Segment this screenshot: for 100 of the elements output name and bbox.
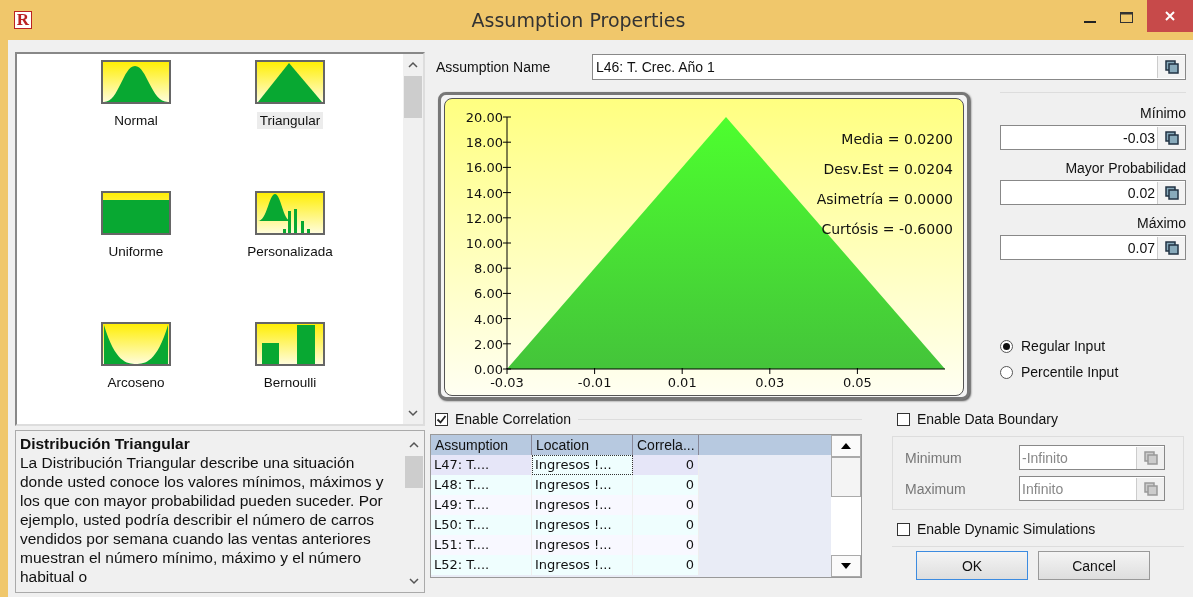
table-cell: Ingresos !...: [532, 455, 633, 475]
table-cell: 0: [633, 555, 699, 575]
parameter-field[interactable]: -0.03: [1000, 125, 1186, 150]
copy-icon[interactable]: [1163, 239, 1180, 256]
distribution-label[interactable]: Uniforme: [105, 243, 167, 260]
assumption-name-field[interactable]: L46: T. Crec. Año 1: [592, 54, 1186, 80]
x-tick-label: -0.03: [490, 375, 524, 390]
copy-button[interactable]: [1157, 126, 1185, 149]
distribution-icon[interactable]: [101, 191, 171, 235]
y-tick-label: 4.00: [474, 311, 503, 327]
x-tick-label: 0.03: [755, 375, 785, 390]
parameter-field[interactable]: 0.07: [1000, 235, 1186, 260]
triangle-down-icon[interactable]: [841, 563, 851, 569]
distribution-icon[interactable]: [101, 322, 171, 366]
distribution-icon[interactable]: [101, 60, 171, 104]
y-tick-label: 12.00: [465, 210, 503, 226]
table-cell: L52: T....: [431, 555, 532, 575]
distribution-icon[interactable]: [255, 191, 325, 235]
table-row[interactable]: L50: T.... Ingresos !... 0: [431, 515, 831, 535]
radio-button[interactable]: [1000, 365, 1013, 379]
table-cell: L50: T....: [431, 515, 532, 535]
y-tick-label: 2.00: [474, 336, 503, 352]
description-title: Distribución Triangular: [20, 434, 191, 453]
table-cell: Ingresos !...: [532, 515, 633, 535]
boundary-field: -Infinito: [1019, 445, 1165, 470]
checkbox-label[interactable]: Enable Dynamic Simulations: [917, 521, 1096, 537]
table-cell: L49: T....: [431, 495, 532, 515]
copy-icon: [1142, 480, 1159, 497]
scroll-bar[interactable]: [403, 54, 423, 424]
cancel-button[interactable]: Cancel: [1038, 551, 1150, 580]
table-cell: Ingresos !...: [532, 535, 633, 555]
statistic-label: Desv.Est = 0.0204: [823, 161, 953, 177]
boundary-field: Infinito: [1019, 476, 1165, 501]
parameter-label: Mínimo: [1139, 105, 1186, 121]
distribution-label[interactable]: Triangular: [256, 112, 324, 129]
field-label: Assumption Name: [436, 59, 552, 75]
scroll-thumb[interactable]: [405, 456, 423, 488]
x-tick-label: -0.01: [577, 375, 612, 390]
y-tick-label: 20.00: [465, 110, 503, 125]
y-tick-label: 18.00: [465, 135, 503, 151]
close-button[interactable]: [1147, 0, 1193, 32]
checkbox[interactable]: [435, 412, 448, 426]
parameter-label: Mayor Probabilidad: [1064, 160, 1186, 176]
scroll-thumb[interactable]: [404, 76, 422, 118]
checkbox[interactable]: [897, 522, 910, 536]
scroll-down-button[interactable]: [831, 555, 861, 577]
scroll-bar[interactable]: [831, 435, 861, 577]
copy-icon[interactable]: [1163, 59, 1180, 75]
radio-label[interactable]: Percentile Input: [1021, 364, 1119, 380]
table-row[interactable]: L48: T.... Ingresos !... 0: [431, 475, 831, 495]
scroll-down-icon[interactable]: [408, 576, 420, 586]
distribution-icon[interactable]: [255, 322, 325, 366]
distribution-label[interactable]: Bernoulli: [260, 374, 320, 391]
boundary-label: Maximum: [905, 480, 967, 497]
statistic-label: Media = 0.0200: [841, 131, 953, 147]
table-cell: L48: T....: [431, 475, 532, 495]
window-title: Assumption Properties: [470, 9, 687, 31]
scroll-thumb[interactable]: [831, 457, 861, 497]
y-tick-label: 0.00: [474, 362, 503, 377]
boundary-label: Minimum: [905, 449, 963, 466]
y-tick-label: 10.00: [465, 236, 503, 251]
copy-button[interactable]: [1157, 56, 1185, 78]
table-row[interactable]: L47: T.... Ingresos !... 0: [431, 455, 831, 475]
checkbox-label[interactable]: Enable Correlation: [455, 411, 571, 427]
scroll-up-icon[interactable]: [408, 440, 420, 450]
copy-icon: [1142, 449, 1159, 466]
table-row[interactable]: L49: T.... Ingresos !... 0: [431, 495, 831, 515]
distribution-icon[interactable]: [255, 60, 325, 104]
y-tick-label: 16.00: [465, 160, 503, 176]
table-cell: L51: T....: [431, 535, 532, 555]
parameter-field[interactable]: 0.02: [1000, 180, 1186, 205]
description-text: La Distribución Triangular describe una situación donde usted conoce los valores mínimos, máximos y los que con mayor probabilidad pueden suceder. Por ejemplo, usted podría describir el número de carros vendidos por semana cuando las ventas anteriores muestran el número mínimo, máximo y el número habitual o: [20, 453, 385, 586]
table-cell: 0: [633, 515, 699, 535]
copy-icon[interactable]: [1163, 129, 1180, 146]
parameter-label: Máximo: [1136, 215, 1186, 231]
x-tick-label: 0.05: [842, 375, 872, 390]
app-logo: R: [14, 11, 32, 29]
radio-button[interactable]: [1000, 339, 1013, 353]
y-tick-label: 14.00: [465, 185, 503, 201]
table-cell: 0: [633, 455, 699, 475]
table-row[interactable]: L51: T.... Ingresos !... 0: [431, 535, 831, 555]
distribution-label[interactable]: Normal: [111, 112, 161, 129]
distribution-label[interactable]: Arcoseno: [104, 374, 168, 391]
copy-button[interactable]: [1157, 181, 1185, 204]
copy-icon[interactable]: [1163, 184, 1180, 201]
scroll-up-button[interactable]: [831, 435, 861, 457]
table-row[interactable]: L52: T.... Ingresos !... 0: [431, 555, 831, 575]
table-cell: Ingresos !...: [532, 555, 633, 575]
table-cell: 0: [633, 535, 699, 555]
table-cell: 0: [633, 495, 699, 515]
table-cell: L47: T....: [431, 455, 532, 475]
statistic-label: Asimetría = 0.0000: [816, 191, 953, 207]
radio-label[interactable]: Regular Input: [1021, 338, 1106, 354]
scroll-down-icon[interactable]: [407, 408, 419, 418]
ok-button[interactable]: OK: [916, 551, 1028, 580]
close-icon[interactable]: [1163, 9, 1177, 23]
scroll-up-icon[interactable]: [407, 60, 419, 70]
triangle-up-icon[interactable]: [841, 443, 851, 449]
distribution-label[interactable]: Personalizada: [244, 243, 336, 260]
copy-button[interactable]: [1157, 236, 1185, 259]
